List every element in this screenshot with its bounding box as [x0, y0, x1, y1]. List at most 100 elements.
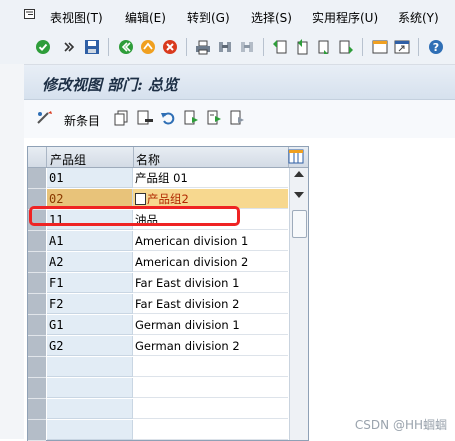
row-selector[interactable] — [28, 273, 46, 294]
scroll-up-icon[interactable] — [294, 171, 304, 177]
deselect-all-icon[interactable] — [229, 110, 245, 129]
previous-page-icon[interactable] — [293, 38, 311, 56]
product-group-cell[interactable] — [47, 399, 133, 419]
product-group-cell[interactable]: 11 — [47, 210, 133, 230]
menu-edit[interactable]: 编辑(E) — [125, 9, 166, 26]
menu-table-view[interactable]: 表视图(T) — [50, 9, 103, 26]
row-selector[interactable] — [28, 420, 46, 441]
find-icon[interactable] — [216, 38, 234, 56]
data-table: 产品组 名称 01 产品组 01 02 产品组2 11 油品 A1 Americ… — [27, 146, 309, 441]
product-group-cell[interactable] — [47, 378, 133, 398]
command-field-arrow-icon[interactable] — [60, 38, 78, 56]
back-icon[interactable] — [117, 38, 135, 56]
menu-bar: 表视图(T) 编辑(E) 转到(G) 选择(S) 实用程序(U) 系统(Y) — [0, 0, 455, 30]
name-cell[interactable]: 产品组 01 — [133, 168, 288, 188]
table-row[interactable]: F1 Far East division 1 — [28, 273, 288, 294]
column-header-product-group[interactable]: 产品组 — [50, 151, 86, 168]
row-selector[interactable] — [28, 210, 46, 231]
product-group-cell[interactable]: A1 — [47, 231, 133, 251]
product-group-cell[interactable]: 01 — [47, 168, 133, 188]
row-selector[interactable] — [28, 378, 46, 399]
menu-select[interactable]: 选择(S) — [251, 9, 292, 26]
product-group-cell[interactable]: F1 — [47, 273, 133, 293]
table-row[interactable]: 11 油品 — [28, 210, 288, 231]
empty-table-row[interactable] — [28, 399, 288, 420]
last-page-icon[interactable] — [337, 38, 355, 56]
title-bar: 修改视图 部门: 总览 — [24, 65, 455, 100]
left-window-edge — [0, 64, 24, 439]
name-cell[interactable]: 产品组2 — [133, 189, 288, 209]
customize-layout-icon[interactable] — [449, 38, 455, 56]
help-icon[interactable]: ? — [427, 38, 445, 56]
menu-system[interactable]: 系统(Y) — [398, 9, 439, 26]
name-cell[interactable] — [133, 399, 288, 419]
menu-goto[interactable]: 转到(G) — [187, 9, 230, 26]
empty-table-row[interactable] — [28, 357, 288, 378]
standard-toolbar: ? — [0, 30, 455, 65]
product-group-cell[interactable]: F2 — [47, 294, 133, 314]
select-all-icon[interactable] — [183, 110, 199, 129]
row-selector[interactable] — [28, 168, 46, 189]
name-cell[interactable]: American division 2 — [133, 252, 288, 272]
empty-table-row[interactable] — [28, 378, 288, 399]
display-change-icon[interactable] — [36, 110, 54, 126]
name-cell[interactable]: Far East division 1 — [133, 273, 288, 293]
table-settings-icon[interactable] — [288, 149, 304, 164]
vertical-scrollbar[interactable] — [289, 168, 308, 440]
menu-shortcut-icon[interactable] — [24, 9, 35, 19]
scrollbar-thumb[interactable] — [292, 210, 307, 238]
delete-icon[interactable] — [137, 110, 153, 129]
shortcut-icon[interactable] — [393, 38, 411, 56]
exit-icon[interactable] — [139, 38, 157, 56]
table-header: 产品组 名称 — [28, 147, 308, 168]
row-selector[interactable] — [28, 189, 46, 210]
name-cell[interactable]: American division 1 — [133, 231, 288, 251]
name-cell[interactable]: 油品 — [133, 210, 288, 230]
save-icon[interactable] — [83, 38, 101, 56]
next-page-icon[interactable] — [315, 38, 333, 56]
product-group-cell[interactable] — [47, 420, 133, 440]
column-header-name[interactable]: 名称 — [136, 151, 160, 168]
find-next-icon[interactable] — [238, 38, 256, 56]
name-cell[interactable]: Far East division 2 — [133, 294, 288, 314]
print-icon[interactable] — [194, 38, 212, 56]
name-cell[interactable] — [133, 420, 288, 440]
row-selector[interactable] — [28, 252, 46, 273]
empty-table-row[interactable] — [28, 420, 288, 441]
table-row[interactable]: G2 German division 2 — [28, 336, 288, 357]
name-cell-text: 产品组2 — [147, 192, 189, 206]
table-row[interactable]: 01 产品组 01 — [28, 168, 288, 189]
table-row[interactable]: A1 American division 1 — [28, 231, 288, 252]
copy-as-icon[interactable] — [114, 110, 130, 129]
product-group-cell[interactable]: 02 — [47, 189, 133, 209]
table-row[interactable]: G1 German division 1 — [28, 315, 288, 336]
confirm-icon[interactable] — [34, 38, 52, 56]
product-group-cell[interactable]: G1 — [47, 315, 133, 335]
scroll-down-icon[interactable] — [294, 192, 304, 198]
product-group-cell[interactable]: A2 — [47, 252, 133, 272]
name-cell[interactable] — [133, 357, 288, 377]
table-row[interactable]: F2 Far East division 2 — [28, 294, 288, 315]
row-selector[interactable] — [28, 315, 46, 336]
first-page-icon[interactable] — [271, 38, 289, 56]
create-session-icon[interactable] — [371, 38, 389, 56]
name-cell[interactable] — [133, 378, 288, 398]
undo-icon[interactable] — [160, 110, 176, 129]
select-block-icon[interactable] — [206, 110, 222, 129]
row-selector[interactable] — [28, 357, 46, 378]
row-selector[interactable] — [28, 294, 46, 315]
watermark: CSDN @HH蝈蝈 — [354, 418, 447, 432]
row-selector[interactable] — [28, 336, 46, 357]
table-row[interactable]: A2 American division 2 — [28, 252, 288, 273]
product-group-cell[interactable] — [47, 357, 133, 377]
row-selector[interactable] — [28, 231, 46, 252]
cancel-icon[interactable] — [161, 38, 179, 56]
menu-utilities[interactable]: 实用程序(U) — [312, 9, 378, 26]
product-group-cell[interactable]: G2 — [47, 336, 133, 356]
row-selector[interactable] — [28, 399, 46, 420]
new-entries-button[interactable]: 新条目 — [64, 112, 100, 129]
name-cell[interactable]: German division 2 — [133, 336, 288, 356]
table-row[interactable]: 02 产品组2 — [28, 189, 288, 210]
svg-text:?: ? — [433, 41, 439, 54]
name-cell[interactable]: German division 1 — [133, 315, 288, 335]
